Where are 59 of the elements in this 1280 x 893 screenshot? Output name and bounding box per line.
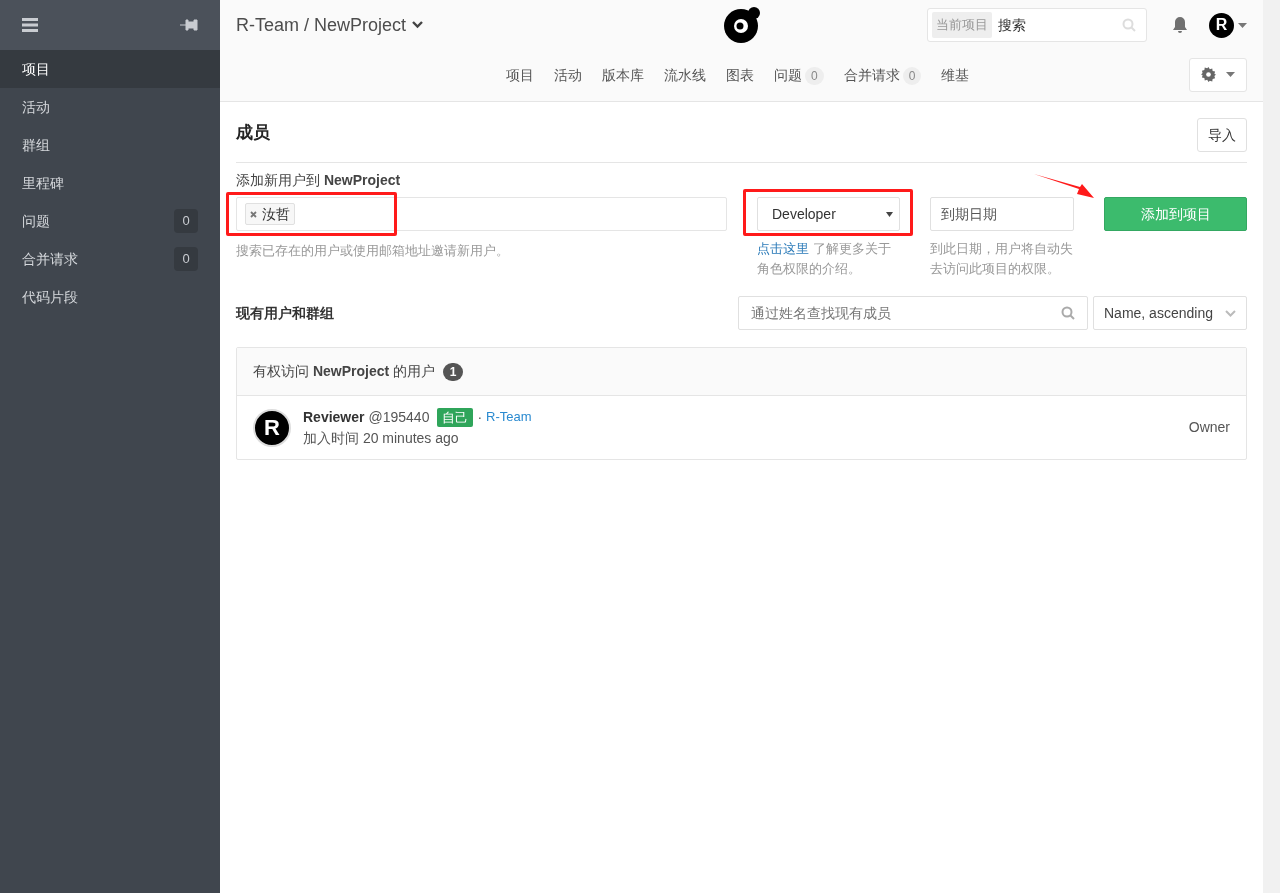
sidebar-item[interactable]: 合并请求 0 — [0, 240, 220, 278]
panel-title: 有权访问 NewProject 的用户 — [253, 362, 436, 381]
sidebar-item[interactable]: 项目 — [0, 50, 220, 88]
nav-tab[interactable]: 问题 0 — [774, 65, 824, 86]
avatar[interactable]: R — [1209, 12, 1234, 38]
member-name[interactable]: Reviewer — [303, 406, 365, 428]
member-search-field[interactable]: 通过姓名查找现有成员 — [751, 302, 1061, 324]
member-search-bar[interactable]: 通过姓名查找现有成员 — [738, 296, 1088, 330]
caret-icon — [1226, 72, 1235, 77]
search-icon — [1061, 306, 1075, 320]
search-icon — [1122, 18, 1136, 32]
bell-icon[interactable] — [1171, 16, 1189, 34]
chevron-icon[interactable] — [412, 21, 424, 29]
pin-icon[interactable] — [180, 19, 198, 31]
caret-icon[interactable] — [1238, 22, 1247, 28]
role-help-link[interactable]: 点击这里 — [757, 241, 809, 256]
page-title: 成员 — [236, 122, 270, 144]
nav-tab[interactable]: 流水线 — [664, 65, 706, 86]
sidebar-item[interactable]: 代码片段 — [0, 278, 220, 316]
date-field[interactable]: 到期日期 — [930, 197, 1074, 231]
nav-tab[interactable]: 版本库 — [602, 65, 644, 86]
caret-icon — [886, 211, 893, 217]
separator-dot: · — [477, 407, 483, 427]
nav-tab[interactable]: 活动 — [554, 65, 582, 86]
sort-dropdown[interactable]: Name, ascending — [1093, 296, 1247, 330]
member-role: Owner — [1188, 418, 1230, 437]
date-hint: 到此日期，用户将自动失去访问此项目的权限。 — [930, 240, 1074, 278]
self-badge: 自己 — [437, 407, 474, 427]
settings-icon — [1201, 67, 1216, 82]
nav-tab[interactable]: 维基 — [941, 65, 970, 86]
breadcrumb[interactable]: R-Team / NewProject — [236, 11, 407, 39]
sidebar-item[interactable]: 活动 — [0, 88, 220, 126]
sidebar-item[interactable]: 群组 — [0, 126, 220, 164]
remove-icon[interactable] — [250, 210, 257, 218]
sidebar-item[interactable]: 问题 0 — [0, 202, 220, 240]
member-username: @195440 — [368, 407, 430, 427]
avatar: R — [253, 408, 291, 447]
nav-tab[interactable]: 合并请求 0 — [843, 65, 922, 86]
import-button[interactable]: 导入 — [1197, 118, 1247, 152]
group-link[interactable]: R-Team — [486, 407, 532, 427]
form-label: 添加新用户到 NewProject — [236, 172, 401, 189]
role-hint: 点击这里 了解更多关于角色权限的介绍。 — [757, 240, 892, 278]
users-hint: 搜索已存在的用户或使用邮箱地址邀请新用户。 — [236, 242, 510, 260]
count-badge: 1 — [443, 362, 464, 381]
logo-icon[interactable] — [723, 6, 761, 44]
joined-time: 加入时间 20 minutes ago — [303, 428, 460, 448]
search-field[interactable]: 搜索 — [998, 14, 1116, 36]
count-badge: 0 — [174, 209, 198, 233]
users-field[interactable]: 汝哲 — [236, 197, 727, 231]
nav-tab[interactable]: 项目 — [506, 65, 534, 86]
menu-icon[interactable] — [22, 18, 38, 32]
sidebar-item[interactable]: 里程碑 — [0, 164, 220, 202]
user-token[interactable]: 汝哲 — [245, 203, 295, 225]
section-title: 现有用户和群组 — [236, 303, 334, 323]
chevron-icon — [1225, 309, 1236, 317]
settings-button[interactable] — [1189, 57, 1247, 92]
role-dropdown[interactable]: Developer — [757, 197, 900, 231]
nav-tab[interactable]: 图表 — [726, 65, 754, 86]
count-badge: 0 — [174, 247, 198, 271]
